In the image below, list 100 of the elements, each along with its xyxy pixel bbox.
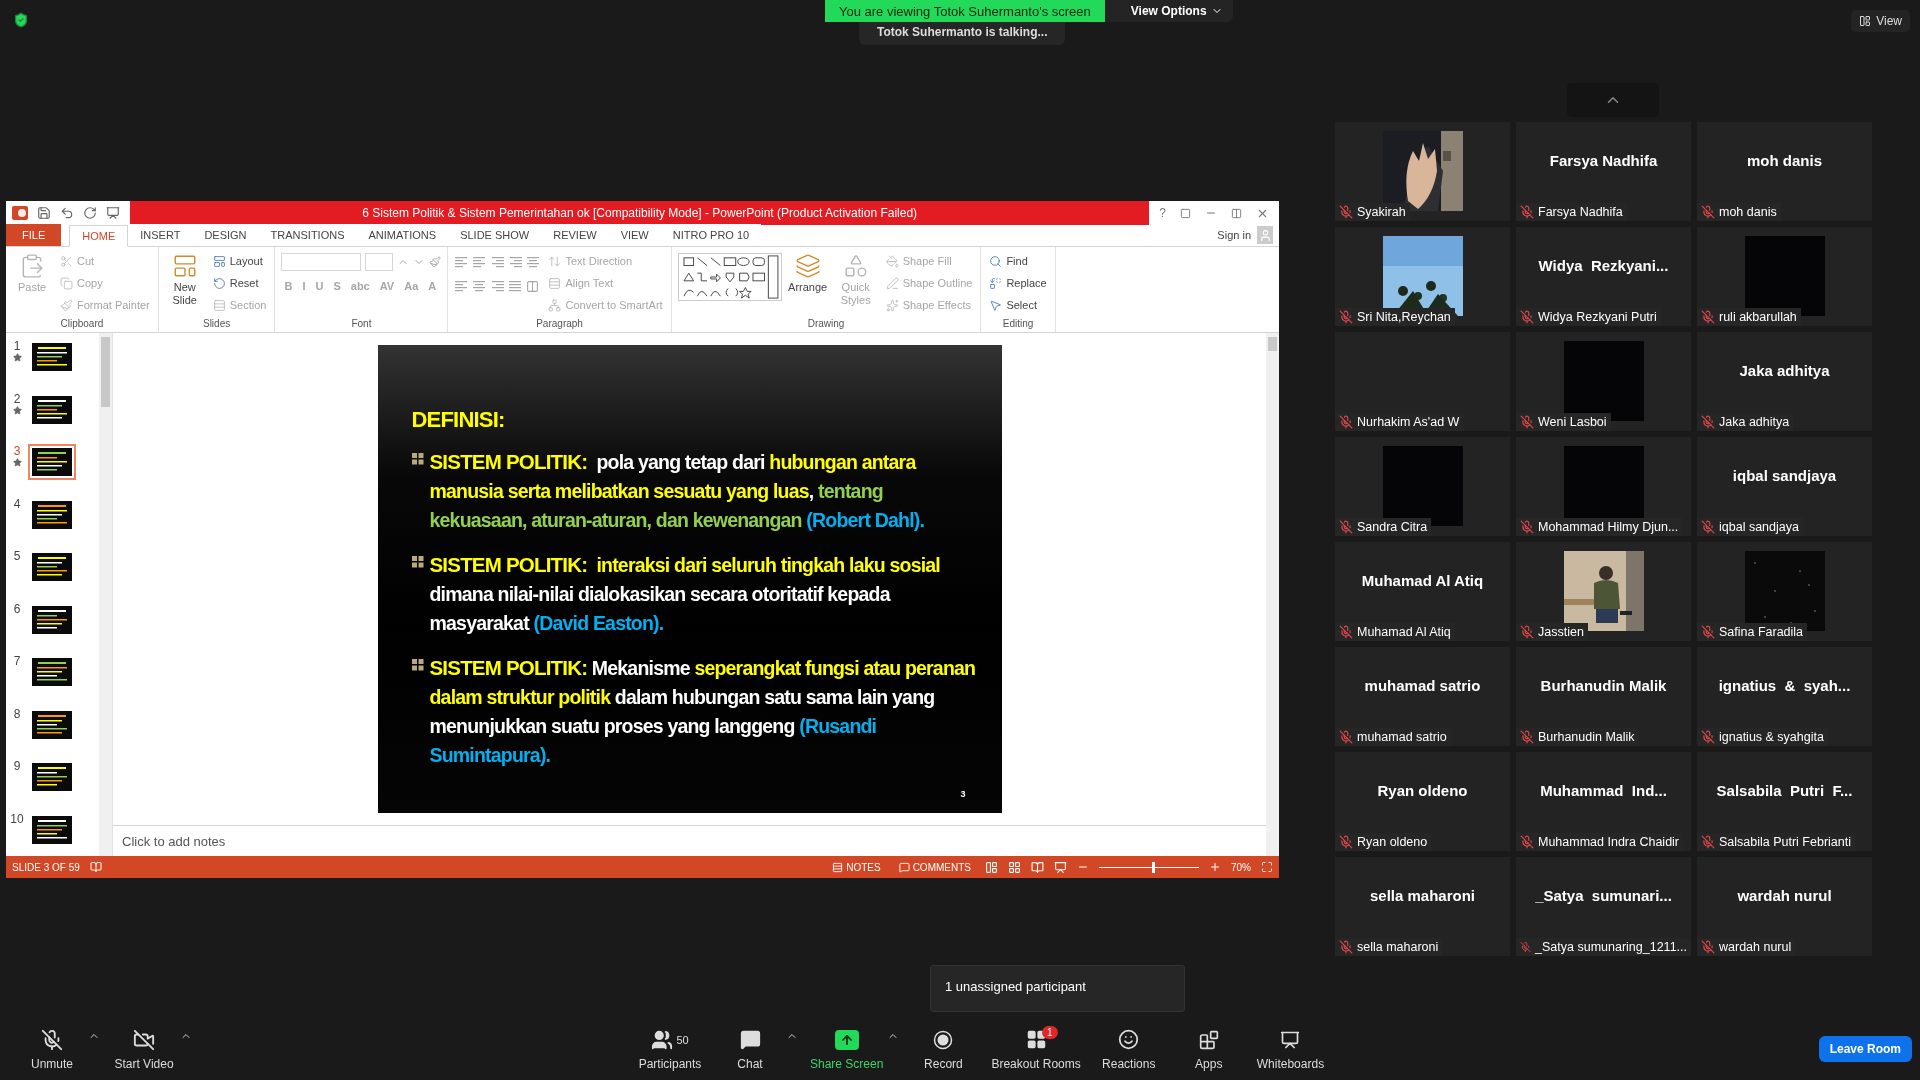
columns-icon[interactable] <box>526 279 540 293</box>
participant-tile[interactable]: Mohammad Hilmy Djun... <box>1516 437 1691 536</box>
decrease-indent-icon[interactable] <box>490 256 505 268</box>
slide-thumbnail[interactable] <box>32 553 72 581</box>
sorter-view-icon[interactable] <box>1008 860 1021 874</box>
participant-tile[interactable]: Ryan oldeno Ryan oldeno <box>1335 752 1510 851</box>
toolbar-button[interactable]: 50 Participants <box>634 1023 706 1075</box>
ribbon-button[interactable]: Arrange <box>787 251 828 318</box>
ribbon-button[interactable]: Find <box>987 251 1049 271</box>
toolbar-button[interactable]: Apps <box>1172 1023 1245 1075</box>
numbering-icon[interactable] <box>472 256 487 268</box>
slide-thumbnail[interactable] <box>32 605 72 634</box>
slide-thumbnail[interactable] <box>32 658 72 686</box>
participant-tile[interactable]: _Satya sumunari... _Satya sumunaring_1211... <box>1516 857 1691 956</box>
undo-icon[interactable] <box>60 206 74 220</box>
slide-thumbnail[interactable] <box>32 710 72 739</box>
bullets-icon[interactable] <box>454 256 469 268</box>
participant-name: sella maharoni <box>1369 887 1475 904</box>
ribbon-button[interactable]: Reset <box>210 273 269 293</box>
reading-view-icon[interactable] <box>1031 860 1044 874</box>
notes-button[interactable]: NOTES <box>828 861 885 873</box>
normal-view-icon[interactable] <box>985 860 998 874</box>
line-spacing-icon[interactable] <box>526 256 541 268</box>
participant-tile[interactable]: muhamad satrio muhamad satrio <box>1335 647 1510 746</box>
arrange-icon <box>794 253 821 279</box>
participant-tile[interactable]: wardah nurul wardah nurul <box>1697 857 1872 956</box>
video-off-icon <box>133 1028 155 1051</box>
slide-thumbnail[interactable] <box>32 395 72 424</box>
slideshow-icon[interactable] <box>106 206 120 220</box>
comments-button[interactable]: COMMENTS <box>894 861 975 873</box>
participant-tile[interactable]: Muhammad Ind... Muhammad Indra Chaidir <box>1516 752 1691 851</box>
participant-tile[interactable]: iqbal sandjaya iqbal sandjaya <box>1697 437 1872 536</box>
toolbar-button[interactable]: Record <box>907 1023 980 1075</box>
ribbon-tab[interactable]: FILE <box>6 224 62 246</box>
align-center-icon[interactable] <box>472 280 487 292</box>
group-label: Paragraph <box>535 318 584 331</box>
view-button[interactable]: View <box>1851 10 1910 32</box>
participant-tile[interactable]: Safina Faradila <box>1697 542 1872 641</box>
toolbar-button[interactable]: Breakout Rooms 1 <box>987 1023 1085 1075</box>
participant-tile[interactable]: Syakirah <box>1335 122 1510 221</box>
slide-thumbnail[interactable] <box>32 500 72 529</box>
align-right-icon[interactable] <box>490 280 505 292</box>
font-size-field[interactable] <box>365 253 394 271</box>
zoom-in-icon[interactable] <box>1209 861 1221 873</box>
slide-thumbnail[interactable] <box>32 343 72 371</box>
participant-tile[interactable]: Burhanudin Malik Burhanudin Malik <box>1516 647 1691 746</box>
participant-tile[interactable]: Muhamad Al Atiq Muhamad Al Atiq <box>1335 542 1510 641</box>
toolbar-button[interactable]: Reactions <box>1092 1023 1165 1075</box>
slide-thumbnail[interactable] <box>32 763 72 791</box>
ribbon-button[interactable]: Replace <box>987 273 1049 293</box>
align-left-icon[interactable] <box>454 280 469 292</box>
toolbar-button[interactable]: Start Video <box>108 1023 180 1075</box>
toolbar-button[interactable]: Whiteboards <box>1252 1023 1329 1075</box>
clear-format-icon[interactable] <box>429 256 442 268</box>
toolbar-button[interactable]: Share Screen <box>806 1023 888 1075</box>
bullet-text: SISTEM POLITIK: Mekanisme seperangkat fungsi atau peranan dalam struktur politik dalam hubungan satu sama lain yang menunjukkan suatu proses yang langgeng (Rusandi Sumintapura). <box>429 655 977 768</box>
ribbon-button[interactable]: Select <box>987 295 1049 315</box>
participant-tile[interactable]: Salsabila Putri F... Salsabila Putri Febrianti <box>1697 752 1872 851</box>
shapes-gallery[interactable] <box>677 253 782 301</box>
view-options-button[interactable]: View Options <box>1104 0 1233 22</box>
slide-thumbnail[interactable] <box>32 815 72 844</box>
participant-label: Ryan oldeno <box>1357 835 1428 849</box>
ribbon-tab[interactable]: HOME <box>69 225 129 247</box>
scrollbar[interactable] <box>99 333 112 856</box>
participant-label: muhamad satrio <box>1357 730 1447 744</box>
bullet-text: SISTEM POLITIK: pola yang tetap dari hubungan antara manusia serta melibatkan sesuatu yang luas, tentang kekuasaan, aturan-aturan, dan kewenangan (Robert Dahl). <box>429 449 926 533</box>
participant-tile[interactable]: Nurhakim As'ad W <box>1335 332 1510 431</box>
leave-room-button[interactable]: Leave Room <box>1818 1036 1912 1062</box>
restore-icon[interactable] <box>1231 207 1242 219</box>
participant-tile[interactable]: Widya Rezkyani... Widya Rezkyani Putri <box>1516 227 1691 326</box>
slide-number: 9 <box>13 759 21 773</box>
new-slide-button[interactable]: New Slide <box>164 251 205 318</box>
shield-icon[interactable] <box>13 12 29 28</box>
fit-icon[interactable] <box>1261 861 1273 873</box>
participant-tile[interactable]: Farsya Nadhifa Farsya Nadhifa <box>1516 122 1691 221</box>
justify-icon[interactable] <box>508 280 523 292</box>
toolbar-button[interactable]: Chat <box>714 1023 786 1075</box>
toolbar-button[interactable]: Unmute <box>16 1023 88 1075</box>
sign-in-link[interactable]: Sign in <box>1217 229 1251 241</box>
participant-tile[interactable]: moh danis moh danis <box>1697 122 1872 221</box>
help-button[interactable]: ? <box>1159 206 1166 220</box>
participant-tile[interactable]: Sri Nita,Reychan <box>1335 227 1510 326</box>
participant-tile[interactable]: Sandra Citra <box>1335 437 1510 536</box>
save-icon[interactable] <box>37 206 51 220</box>
participant-tile[interactable]: Weni Lasboi <box>1516 332 1691 431</box>
participant-tile[interactable]: Jasstien <box>1516 542 1691 641</box>
ribbon-button[interactable]: Layout <box>210 251 269 271</box>
slide-thumbnail[interactable] <box>32 448 72 476</box>
redo-icon[interactable] <box>83 206 97 220</box>
slideshow-icon[interactable] <box>1054 860 1067 874</box>
window-title: 6 Sistem Politik & Sistem Pemerintahan ok [Compatibility Mode] - PowerPoint (Product Activation Failed) <box>130 201 1150 225</box>
participant-tile[interactable]: ruli akbarullah <box>1697 227 1872 326</box>
scrollbar[interactable] <box>1266 333 1279 856</box>
font-name-field[interactable] <box>281 253 362 271</box>
increase-indent-icon[interactable] <box>508 256 523 268</box>
participant-tile[interactable]: sella maharoni sella maharoni <box>1335 857 1510 956</box>
participant-tile[interactable]: ignatius & syah... ignatius & syahgita <box>1697 647 1872 746</box>
participant-label: Sri Nita,Reychan <box>1357 310 1451 324</box>
participant-tile[interactable]: Jaka adhitya Jaka adhitya <box>1697 332 1872 431</box>
ribbon-options-icon[interactable] <box>1180 207 1191 219</box>
